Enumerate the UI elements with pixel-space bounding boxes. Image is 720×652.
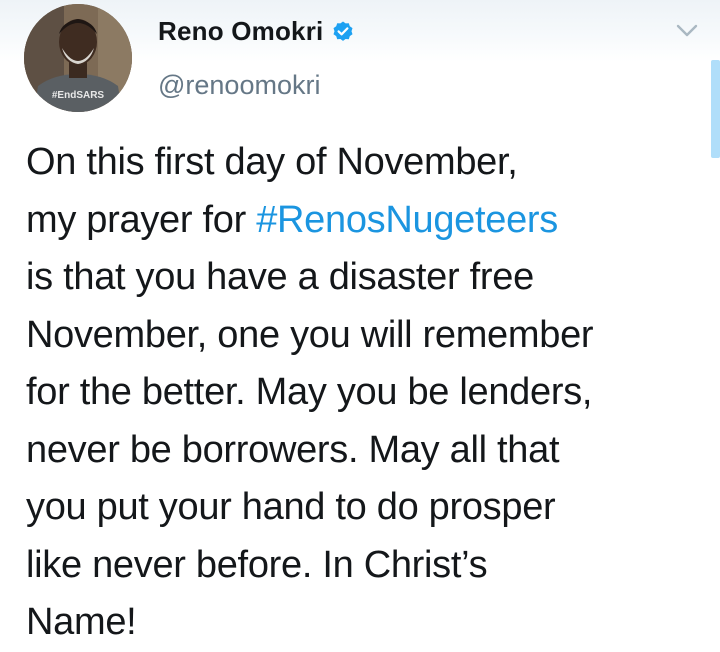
hashtag-link[interactable]: #RenosNugeteers [256,199,558,241]
tweet-line-text: Name! [26,601,137,643]
tweet-line-text: my prayer for [26,198,257,241]
tweet-line: is that you have a disaster free [26,249,706,307]
author-name-row: Reno Omokri [158,16,355,47]
tweet-line: November, one you will remember [26,307,706,365]
author-display-name[interactable]: Reno Omokri [158,16,323,47]
avatar-photo: #EndSARS [24,4,132,112]
tweet-line-text: like never before. In Christ’s [26,543,488,586]
verified-badge-icon [331,20,355,44]
tweet-line: my prayer for #RenosNugeteers [26,192,706,250]
author-handle[interactable]: @renoomokri [158,70,320,101]
tweet-line: Name! [26,594,706,652]
tweet-line-text: for the better. May you be lenders, [26,371,593,413]
tweet-line-text: you put your hand to do prosper [26,486,556,528]
avatar[interactable]: #EndSARS [24,4,132,112]
tweet-line: like never before. In Christ’s [26,537,706,595]
avatar-shirt-text: #EndSARS [52,90,105,101]
chevron-down-icon[interactable] [676,24,698,38]
tweet-line: never be borrowers. May all that [26,422,706,480]
tweet-line-text: is that you have a disaster free [26,256,534,298]
scrollbar[interactable] [711,60,720,158]
tweet-text: On this first day of November, my prayer… [26,134,706,652]
tweet-line: for the better. May you be lenders, [26,364,706,422]
tweet-line-text: November, one you will remember [26,313,594,356]
tweet-line: On this first day of November, [26,134,706,192]
tweet-line: you put your hand to do prosper [26,479,706,537]
tweet-line-text: On this first day of November, [26,141,518,183]
tweet-line-text: never be borrowers. May all that [26,428,560,471]
